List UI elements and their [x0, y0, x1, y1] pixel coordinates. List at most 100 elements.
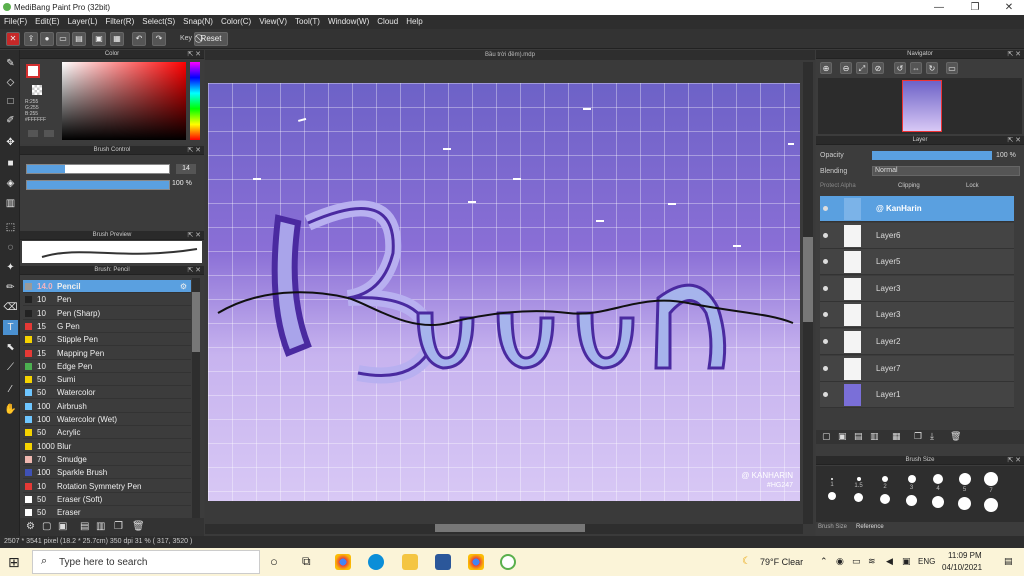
image-icon[interactable]: ▣	[92, 32, 106, 46]
brush-list-item[interactable]: 15 G Pen	[23, 320, 191, 333]
notification-icon[interactable]: ▤	[1004, 556, 1013, 567]
select-pen-icon[interactable]: ✏	[3, 280, 18, 295]
menu-filter[interactable]: Filter(R)	[101, 15, 138, 29]
volume-icon[interactable]: ◀	[886, 556, 893, 567]
brush-list-item[interactable]: 10 Pen (Sharp)	[23, 307, 191, 320]
new-halftone-layer-icon[interactable]: ▣	[838, 431, 847, 442]
navigator-view[interactable]	[818, 78, 1022, 134]
menu-window[interactable]: Window(W)	[324, 15, 373, 29]
flip-icon[interactable]: ⇔	[910, 62, 922, 74]
lasso-tool-icon[interactable]: ◌	[3, 240, 18, 255]
menu-select[interactable]: Select(S)	[138, 15, 179, 29]
canvas-vscroll[interactable]	[803, 62, 813, 524]
fill-rect-icon[interactable]: ■	[3, 156, 18, 171]
blending-select[interactable]: Normal	[872, 166, 1020, 176]
start-icon[interactable]: ⊞	[8, 554, 20, 571]
tab-reference[interactable]: Reference	[856, 524, 884, 530]
tab-brush-size[interactable]: Brush Size	[818, 524, 847, 530]
canvas-vscroll-thumb[interactable]	[803, 237, 813, 322]
color-sv-picker[interactable]	[62, 62, 186, 140]
brush-size-slider[interactable]	[26, 164, 170, 174]
brush-list-item[interactable]: 100 Airbrush	[23, 400, 191, 413]
bucket-tool-icon[interactable]: ◈	[3, 176, 18, 191]
panel-close-icon[interactable]: ⇱ ✕	[187, 50, 201, 59]
brush-list-item[interactable]: 15 Mapping Pen	[23, 347, 191, 360]
panel-close-icon[interactable]: ⇱ ✕	[1007, 456, 1021, 465]
protect-alpha-checkbox[interactable]: Protect Alpha	[820, 183, 856, 189]
layer-row[interactable]: @ KanHarin	[820, 196, 1014, 222]
brush-list-item[interactable]: 50 Stipple Pen	[23, 333, 191, 347]
transparent-swatch[interactable]	[32, 85, 42, 95]
brush-list-item[interactable]: 14.0 Pencil ⚙	[23, 280, 191, 293]
edge-icon[interactable]	[368, 554, 384, 570]
close-button[interactable]: ✕	[992, 0, 1024, 15]
brush-list-item[interactable]: 10 Rotation Symmetry Pen	[23, 480, 191, 493]
menu-color[interactable]: Color(C)	[217, 15, 255, 29]
brush-list-item[interactable]: 70 Smudge	[23, 453, 191, 466]
maximize-button[interactable]: ❐	[958, 0, 992, 15]
layer-row[interactable]: Layer1	[820, 382, 1014, 409]
delete-layer-icon[interactable]: 🗑	[950, 431, 961, 442]
artwork-canvas[interactable]: @ KANHARIN #HG247	[208, 83, 800, 501]
chat-icon[interactable]: ▭	[56, 32, 70, 46]
new-8bit-layer-icon[interactable]: ▤	[854, 431, 863, 442]
layer-visibility-icon[interactable]	[823, 232, 828, 238]
brush-list-scrollbar[interactable]	[192, 278, 200, 518]
brush-size-cell[interactable]: 7	[979, 470, 1003, 518]
divide-tool-icon[interactable]: ⟋	[3, 360, 18, 375]
panel-close-icon[interactable]: ⇱ ✕	[187, 146, 201, 155]
select-tool-icon[interactable]: ⬚	[3, 220, 18, 235]
menu-help[interactable]: Help	[402, 15, 426, 29]
layer-opacity-slider[interactable]	[872, 151, 992, 160]
panel-close-icon[interactable]: ⇱ ✕	[1007, 50, 1021, 59]
brush-list-item[interactable]: 50 Eraser (Soft)	[23, 493, 191, 506]
layer-row[interactable]: Layer2	[820, 329, 1014, 355]
primary-color-swatch[interactable]	[26, 64, 40, 78]
display-icon[interactable]: ▣	[902, 556, 911, 567]
rotate-left-icon[interactable]: ↺	[894, 62, 906, 74]
brush-list-item[interactable]: 10 Pen	[23, 293, 191, 307]
brush-settings-icon[interactable]: ⚙	[26, 521, 35, 532]
brush-opacity-slider[interactable]	[26, 180, 170, 190]
word-icon[interactable]	[435, 554, 451, 570]
layer-visibility-icon[interactable]	[823, 312, 828, 318]
layer-visibility-icon[interactable]	[823, 206, 828, 211]
layer-row[interactable]: Layer7	[820, 355, 1014, 382]
layer-row[interactable]: Layer5	[820, 249, 1014, 276]
menu-cloud[interactable]: Cloud	[373, 15, 402, 29]
layer-visibility-icon[interactable]	[823, 365, 828, 371]
wifi-icon[interactable]: ≋	[868, 556, 876, 567]
medibang-icon[interactable]	[500, 554, 516, 570]
folder-brush-icon[interactable]: ▥	[96, 521, 105, 532]
panel-close-icon[interactable]: ⇱ ✕	[1007, 136, 1021, 145]
operation-tool-icon[interactable]: ⬉	[3, 340, 18, 355]
brush-list-item[interactable]: 100 Watercolor (Wet)	[23, 413, 191, 426]
clipping-checkbox[interactable]: Clipping	[898, 183, 920, 189]
zoom-out-icon[interactable]: ⊖	[840, 62, 852, 74]
save-icon[interactable]: ▦	[110, 32, 124, 46]
select-eraser-icon[interactable]: ⌫	[3, 300, 18, 315]
rotate-right-icon[interactable]: ↻	[926, 62, 938, 74]
close-doc-icon[interactable]: ✕	[6, 32, 20, 46]
menu-snap[interactable]: Snap(N)	[179, 15, 217, 29]
brush-tool-icon[interactable]: ✐	[3, 113, 18, 128]
chrome-icon[interactable]	[335, 554, 351, 570]
chrome-active-icon[interactable]	[468, 554, 484, 570]
menu-edit[interactable]: Edit(E)	[31, 15, 63, 29]
cortana-icon[interactable]: ○	[270, 554, 278, 569]
tray-chevron-icon[interactable]: ⌃	[820, 556, 828, 567]
pen-tool-icon[interactable]: ✎	[3, 56, 18, 71]
layer-visibility-icon[interactable]	[823, 339, 828, 344]
minimize-button[interactable]: —	[922, 0, 956, 15]
brush-size-value[interactable]: 14	[176, 164, 196, 174]
menu-tool[interactable]: Tool(T)	[291, 15, 324, 29]
brush-size-cell[interactable]: 5	[953, 470, 977, 518]
redo-icon[interactable]: ↷	[152, 32, 166, 46]
merge-layer-icon[interactable]: ⤓	[930, 431, 934, 442]
layer-visibility-icon[interactable]	[823, 259, 828, 265]
new-brush-icon[interactable]: ▢	[42, 521, 51, 532]
panel-close-icon[interactable]: ⇱ ✕	[187, 266, 201, 275]
canvas-hscroll-thumb[interactable]	[435, 524, 585, 532]
comment-icon[interactable]: ●	[40, 32, 54, 46]
delete-brush-icon[interactable]: 🗑	[132, 521, 145, 532]
